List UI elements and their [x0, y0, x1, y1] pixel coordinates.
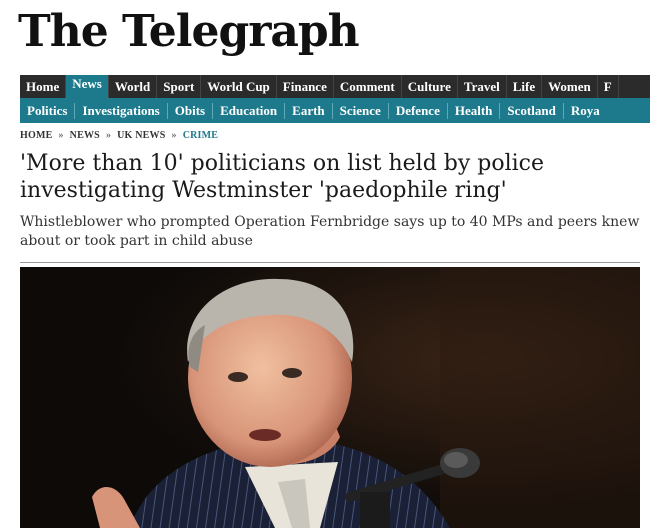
subnav-item-earth[interactable]: Earth — [284, 102, 332, 119]
subnav-item-investigations[interactable]: Investigations — [74, 102, 166, 119]
breadcrumb-news[interactable]: NEWS — [70, 130, 100, 141]
subnav-item-health[interactable]: Health — [446, 102, 500, 119]
article-standfirst: Whistleblower who prompted Operation Fer… — [20, 214, 640, 249]
nav-item-home[interactable]: Home — [20, 75, 67, 98]
nav-item-world-cup[interactable]: World Cup — [201, 75, 277, 98]
photo-illustration — [20, 267, 640, 528]
nav-item-news[interactable]: News — [66, 75, 109, 98]
subnav-item-science[interactable]: Science — [331, 102, 388, 119]
article-photo — [20, 267, 640, 528]
nav-item-travel[interactable]: Travel — [458, 75, 507, 98]
nav-item-culture[interactable]: Culture — [402, 75, 458, 98]
nav-item-women[interactable]: Women — [542, 75, 598, 98]
nav-item-finance[interactable]: Finance — [277, 75, 334, 98]
breadcrumb: HOME » NEWS » UK NEWS » CRIME — [20, 130, 218, 141]
primary-nav: Home News World Sport World Cup Finance … — [20, 75, 650, 98]
nav-item-fashion-truncated[interactable]: F — [598, 75, 619, 98]
subnav-item-defence[interactable]: Defence — [387, 102, 447, 119]
secondary-nav: Politics Investigations Obits Education … — [20, 98, 650, 123]
nav-item-comment[interactable]: Comment — [334, 75, 402, 98]
subnav-item-education[interactable]: Education — [212, 102, 284, 119]
breadcrumb-separator: » — [58, 130, 64, 141]
nav-item-world[interactable]: World — [109, 75, 158, 98]
subnav-item-royals-truncated[interactable]: Roya — [562, 102, 607, 119]
breadcrumb-home[interactable]: HOME — [20, 130, 52, 141]
breadcrumb-separator: » — [105, 130, 112, 141]
masthead: The Telegraph — [18, 2, 360, 62]
article-headline: 'More than 10' politicians on list held … — [20, 151, 545, 203]
subnav-item-politics[interactable]: Politics — [20, 103, 74, 119]
breadcrumb-crime[interactable]: CRIME — [183, 130, 218, 141]
telegraph-logo[interactable]: The Telegraph — [18, 10, 360, 54]
divider — [20, 262, 640, 263]
subnav-item-scotland[interactable]: Scotland — [499, 102, 562, 119]
breadcrumb-uk-news[interactable]: UK NEWS — [117, 130, 165, 141]
breadcrumb-separator: » — [171, 130, 177, 141]
nav-item-sport[interactable]: Sport — [157, 75, 202, 98]
subnav-item-obits[interactable]: Obits — [166, 102, 212, 119]
nav-item-life[interactable]: Life — [507, 75, 543, 98]
